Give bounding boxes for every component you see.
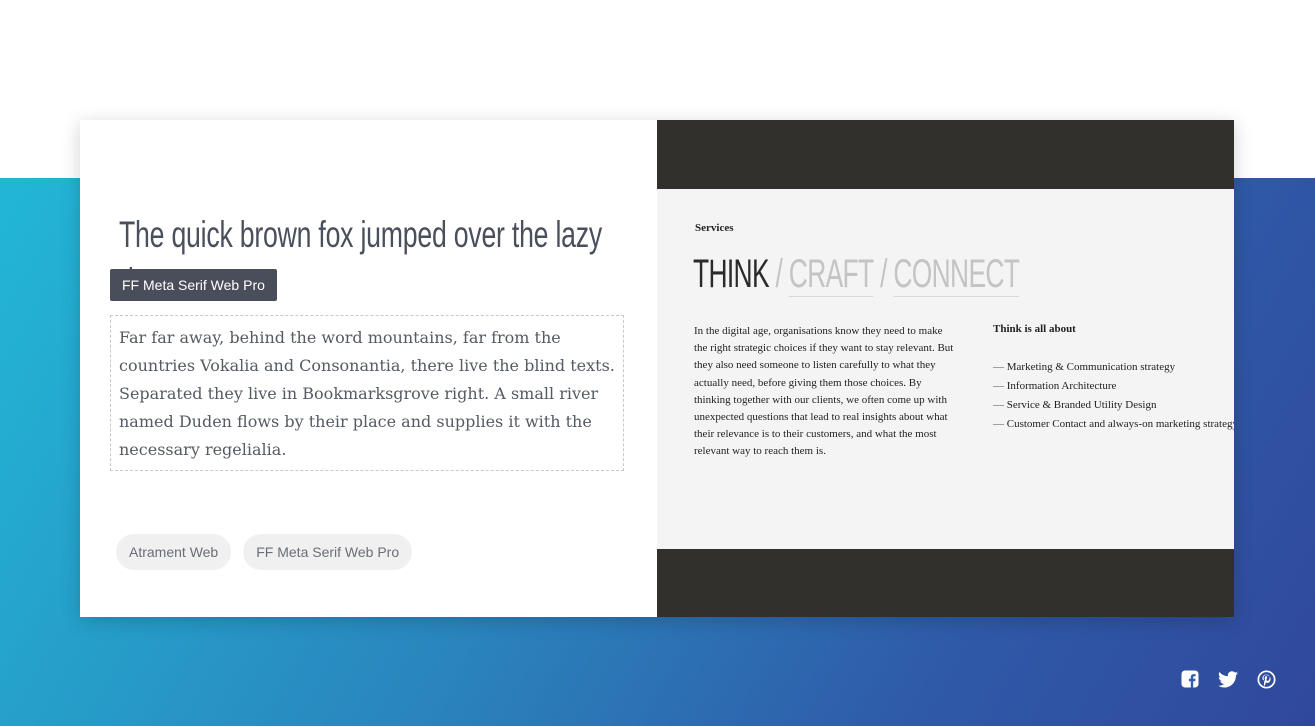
preview-nav: THINK / CRAFT / CONNECT [693,252,1020,297]
pinterest-icon[interactable] [1255,668,1277,690]
list-item: Marketing & Communication strategy [993,358,1234,377]
type-tester-panel: The quick brown fox jumped over the lazy… [80,120,657,617]
preview-nav-think: THINK [693,252,770,296]
twitter-icon[interactable] [1217,668,1239,690]
body-text-sample[interactable]: Far far away, behind the word mountains,… [110,315,624,471]
facebook-icon[interactable] [1179,668,1201,690]
preview-nav-separator: / [775,252,783,296]
font-pill-ff-meta-serif[interactable]: FF Meta Serif Web Pro [243,534,413,570]
font-pill-list: Atrament Web FF Meta Serif Web Pro [116,534,413,570]
preview-header-bar [657,120,1234,189]
font-preview-card: The quick brown fox jumped over the lazy… [80,120,1234,617]
preview-paragraph: In the digital age, organisations know t… [694,325,954,458]
website-preview: Services THINK / CRAFT / CONNECT In the digi… [657,120,1234,617]
preview-section-label: Services [695,222,734,234]
font-pill-atrament[interactable]: Atrament Web [116,534,232,570]
preview-side-title: Think is all about [993,323,1076,335]
preview-nav-connect: CONNECT [893,252,1020,297]
list-item: Information Architecture [993,377,1234,396]
headline-sample[interactable]: The quick brown fox jumped over the lazy… [119,211,637,271]
list-item: Service & Branded Utility Design [993,396,1234,415]
list-item: Customer Contact and always-on marketing… [993,415,1234,434]
preview-nav-craft: CRAFT [788,252,874,297]
font-name-tooltip: FF Meta Serif Web Pro [110,269,277,301]
preview-nav-separator: / [880,252,887,296]
preview-footer-bar [657,549,1234,617]
preview-service-list: Marketing & Communication strategy Infor… [993,358,1234,434]
